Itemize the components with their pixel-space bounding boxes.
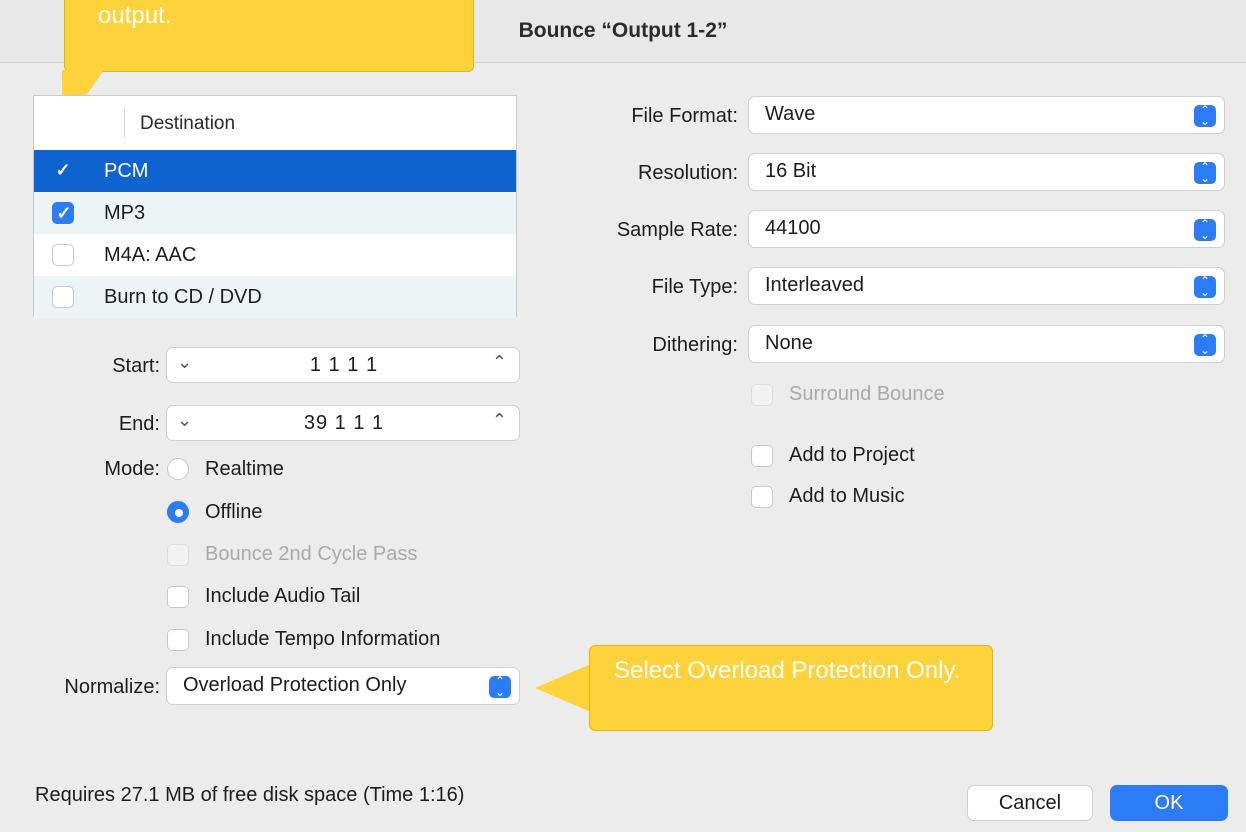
normalize-label: Normalize: xyxy=(64,676,160,698)
file-type-popup[interactable]: Interleaved ⌃ ⌄ xyxy=(748,267,1225,305)
pcm-checkbox[interactable]: ✓ xyxy=(52,160,74,182)
start-position-field[interactable]: ⌄ 1 1 1 1 ⌃ xyxy=(166,347,520,383)
destination-row-pcm[interactable]: ✓ PCM xyxy=(34,150,516,192)
destination-row-burn[interactable]: Burn to CD / DVD xyxy=(34,276,516,318)
file-type-value: Interleaved xyxy=(765,274,864,296)
updown-arrows-icon: ⌃ ⌄ xyxy=(1194,104,1216,127)
updown-arrows-icon: ⌃ ⌄ xyxy=(1194,333,1216,356)
mp3-checkbox[interactable]: ✓ xyxy=(52,202,74,224)
column-divider xyxy=(124,108,125,138)
burn-checkbox[interactable] xyxy=(52,286,74,308)
add-to-project-label: Add to Project xyxy=(789,444,915,466)
chevron-up-icon[interactable]: ⌃ xyxy=(492,352,507,373)
resolution-label: Resolution: xyxy=(637,162,738,184)
offline-radio[interactable] xyxy=(167,501,189,523)
checkmark-icon: ✓ xyxy=(56,203,72,223)
dithering-value: None xyxy=(765,332,813,354)
offline-label: Offline xyxy=(205,501,263,523)
realtime-label: Realtime xyxy=(205,458,284,480)
include-audio-tail-checkbox[interactable] xyxy=(167,586,189,608)
add-to-music-checkbox[interactable] xyxy=(751,486,773,508)
destination-label: Burn to CD / DVD xyxy=(104,286,262,308)
updown-arrows-icon: ⌃ ⌄ xyxy=(489,675,511,698)
updown-arrows-icon: ⌃ ⌄ xyxy=(1194,161,1216,184)
add-to-music-label: Add to Music xyxy=(789,485,905,507)
file-format-value: Wave xyxy=(765,103,816,125)
surround-bounce-checkbox xyxy=(751,384,773,406)
dithering-popup[interactable]: None ⌃ ⌄ xyxy=(748,325,1225,363)
destination-label: PCM xyxy=(104,160,149,182)
resolution-popup[interactable]: 16 Bit ⌃ ⌄ xyxy=(748,153,1225,191)
start-label: Start: xyxy=(112,355,160,377)
surround-bounce-label: Surround Bounce xyxy=(789,383,945,405)
include-audio-tail-label: Include Audio Tail xyxy=(205,585,361,607)
bounce-2nd-cycle-label: Bounce 2nd Cycle Pass xyxy=(205,543,418,565)
resolution-value: 16 Bit xyxy=(765,160,817,182)
start-value[interactable]: 1 1 1 1 xyxy=(167,354,521,377)
add-to-project-checkbox[interactable] xyxy=(751,445,773,467)
normalize-popup[interactable]: Overload Protection Only ⌃ ⌄ xyxy=(166,667,520,705)
ok-button[interactable]: OK xyxy=(1110,785,1228,821)
destination-table[interactable]: Destination ✓ PCM ✓ MP3 M4A: AAC Burn to… xyxy=(33,95,517,318)
callout-bottom-text: Select Overload Protection Only. xyxy=(614,657,961,684)
end-value[interactable]: 39 1 1 1 xyxy=(167,412,521,435)
callout-bottom-pointer xyxy=(535,664,591,712)
dithering-label: Dithering: xyxy=(652,334,738,356)
m4a-checkbox[interactable] xyxy=(52,244,74,266)
end-label: End: xyxy=(118,413,160,435)
file-type-label: File Type: xyxy=(651,276,738,298)
bounce-2nd-cycle-checkbox xyxy=(167,544,189,566)
sample-rate-value: 44100 xyxy=(765,217,821,239)
file-format-label: File Format: xyxy=(631,105,738,127)
chevron-up-icon[interactable]: ⌃ xyxy=(492,410,507,431)
updown-arrows-icon: ⌃ ⌄ xyxy=(1194,275,1216,298)
callout-top-text: output. xyxy=(98,2,172,29)
checkmark-icon: ✓ xyxy=(55,160,71,180)
realtime-radio[interactable] xyxy=(167,458,189,480)
include-tempo-checkbox[interactable] xyxy=(167,629,189,651)
file-format-popup[interactable]: Wave ⌃ ⌄ xyxy=(748,96,1225,134)
include-tempo-label: Include Tempo Information xyxy=(205,628,441,650)
normalize-value: Overload Protection Only xyxy=(183,674,407,696)
sample-rate-popup[interactable]: 44100 ⌃ ⌄ xyxy=(748,210,1225,248)
destination-label: M4A: AAC xyxy=(104,244,197,266)
disk-space-info: Requires 27.1 MB of free disk space (Tim… xyxy=(35,784,465,806)
sample-rate-label: Sample Rate: xyxy=(616,219,738,241)
cancel-button[interactable]: Cancel xyxy=(967,785,1093,821)
updown-arrows-icon: ⌃ ⌄ xyxy=(1194,218,1216,241)
destination-column-header: Destination xyxy=(140,113,236,134)
destination-row-mp3[interactable]: ✓ MP3 xyxy=(34,192,516,234)
mode-label: Mode: xyxy=(104,458,160,480)
destination-header: Destination xyxy=(34,96,516,151)
destination-label: MP3 xyxy=(104,202,146,224)
destination-row-m4a[interactable]: M4A: AAC xyxy=(34,234,516,276)
end-position-field[interactable]: ⌄ 39 1 1 1 ⌃ xyxy=(166,405,520,441)
